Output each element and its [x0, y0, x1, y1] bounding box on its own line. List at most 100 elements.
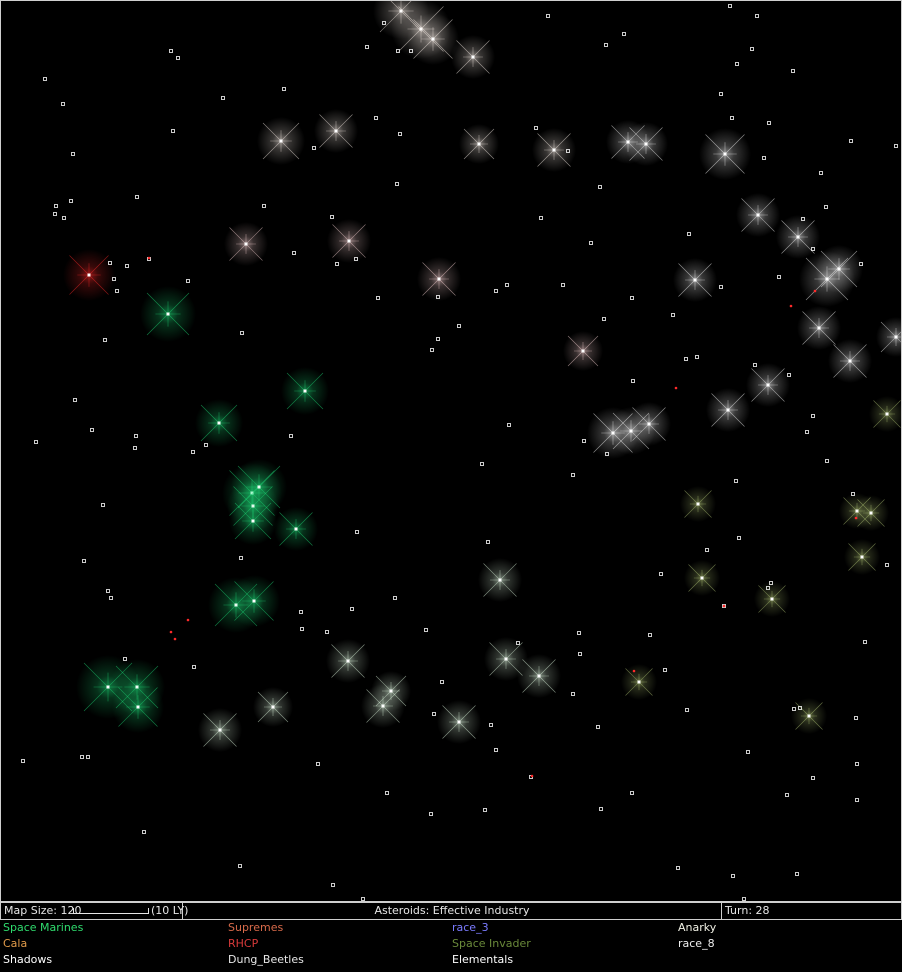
- star-system[interactable]: [61, 102, 65, 106]
- star-system[interactable]: [109, 596, 113, 600]
- star-system[interactable]: [705, 548, 709, 552]
- star-system[interactable]: [730, 116, 734, 120]
- star-system[interactable]: [648, 633, 652, 637]
- star-system[interactable]: [191, 450, 195, 454]
- star-system[interactable]: [125, 264, 129, 268]
- star-system[interactable]: [440, 680, 444, 684]
- race-label[interactable]: race_3: [452, 920, 489, 936]
- star-system[interactable]: [169, 49, 173, 53]
- race-label[interactable]: Space Marines: [3, 920, 83, 936]
- race-label[interactable]: Anarky: [678, 920, 716, 936]
- star-system[interactable]: [331, 883, 335, 887]
- star-system[interactable]: [819, 171, 823, 175]
- star-system[interactable]: [171, 129, 175, 133]
- star-system[interactable]: [855, 798, 859, 802]
- star-system[interactable]: [885, 563, 889, 567]
- star-system[interactable]: [604, 43, 608, 47]
- star-system[interactable]: [86, 755, 90, 759]
- star-system[interactable]: [630, 791, 634, 795]
- fleet-marker[interactable]: [722, 604, 726, 608]
- star-system[interactable]: [133, 446, 137, 450]
- star-system[interactable]: [424, 628, 428, 632]
- star-system[interactable]: [494, 748, 498, 752]
- star-system[interactable]: [325, 630, 329, 634]
- star-system[interactable]: [735, 62, 739, 66]
- star-system[interactable]: [238, 864, 242, 868]
- star-system[interactable]: [767, 121, 771, 125]
- star-system[interactable]: [262, 204, 266, 208]
- star-system[interactable]: [106, 589, 110, 593]
- star-system[interactable]: [134, 434, 138, 438]
- galaxy-map[interactable]: [0, 0, 902, 902]
- galaxy-canvas[interactable]: [1, 1, 901, 901]
- star-system[interactable]: [54, 204, 58, 208]
- star-system[interactable]: [385, 791, 389, 795]
- star-system[interactable]: [855, 762, 859, 766]
- race-label[interactable]: Dung_Beetles: [228, 952, 304, 968]
- star-system[interactable]: [480, 462, 484, 466]
- star-system[interactable]: [142, 830, 146, 834]
- fleet-marker[interactable]: [813, 289, 817, 293]
- star-system[interactable]: [824, 205, 828, 209]
- race-label[interactable]: race_8: [678, 936, 715, 952]
- star-system[interactable]: [589, 241, 593, 245]
- star-system[interactable]: [432, 712, 436, 716]
- fleet-marker[interactable]: [173, 637, 177, 641]
- star-system[interactable]: [742, 897, 746, 901]
- star-system[interactable]: [795, 872, 799, 876]
- star-system[interactable]: [676, 866, 680, 870]
- star-system[interactable]: [374, 116, 378, 120]
- star-system[interactable]: [430, 348, 434, 352]
- star-system[interactable]: [71, 152, 75, 156]
- star-system[interactable]: [507, 423, 511, 427]
- star-system[interactable]: [631, 379, 635, 383]
- star-system[interactable]: [894, 144, 898, 148]
- star-system[interactable]: [90, 428, 94, 432]
- star-system[interactable]: [622, 32, 626, 36]
- star-system[interactable]: [300, 627, 304, 631]
- star-system[interactable]: [571, 473, 575, 477]
- fleet-marker[interactable]: [789, 304, 793, 308]
- star-system[interactable]: [398, 132, 402, 136]
- star-system[interactable]: [791, 69, 795, 73]
- star-system[interactable]: [457, 324, 461, 328]
- star-system[interactable]: [731, 874, 735, 878]
- star-system[interactable]: [429, 812, 433, 816]
- star-system[interactable]: [863, 640, 867, 644]
- star-system[interactable]: [630, 296, 634, 300]
- star-system[interactable]: [582, 439, 586, 443]
- star-system[interactable]: [240, 331, 244, 335]
- race-label[interactable]: Cala: [3, 936, 27, 952]
- star-system[interactable]: [494, 289, 498, 293]
- star-system[interactable]: [73, 398, 77, 402]
- star-system[interactable]: [489, 723, 493, 727]
- star-system[interactable]: [135, 195, 139, 199]
- fleet-marker[interactable]: [186, 618, 190, 622]
- race-label[interactable]: Shadows: [3, 952, 52, 968]
- star-system[interactable]: [687, 232, 691, 236]
- star-system[interactable]: [289, 434, 293, 438]
- star-system[interactable]: [43, 77, 47, 81]
- star-system[interactable]: [719, 92, 723, 96]
- star-system[interactable]: [316, 762, 320, 766]
- star-system[interactable]: [753, 363, 757, 367]
- star-system[interactable]: [534, 126, 538, 130]
- star-system[interactable]: [659, 572, 663, 576]
- star-system[interactable]: [577, 631, 581, 635]
- star-system[interactable]: [762, 156, 766, 160]
- star-system[interactable]: [598, 185, 602, 189]
- star-system[interactable]: [393, 596, 397, 600]
- star-system[interactable]: [365, 45, 369, 49]
- star-system[interactable]: [69, 199, 73, 203]
- race-label[interactable]: Elementals: [452, 952, 513, 968]
- star-system[interactable]: [103, 338, 107, 342]
- star-system[interactable]: [849, 139, 853, 143]
- star-system[interactable]: [671, 313, 675, 317]
- star-system[interactable]: [854, 716, 858, 720]
- star-system[interactable]: [483, 808, 487, 812]
- fleet-marker[interactable]: [632, 669, 636, 673]
- star-system[interactable]: [571, 692, 575, 696]
- star-system[interactable]: [34, 440, 38, 444]
- star-system[interactable]: [505, 283, 509, 287]
- star-system[interactable]: [746, 750, 750, 754]
